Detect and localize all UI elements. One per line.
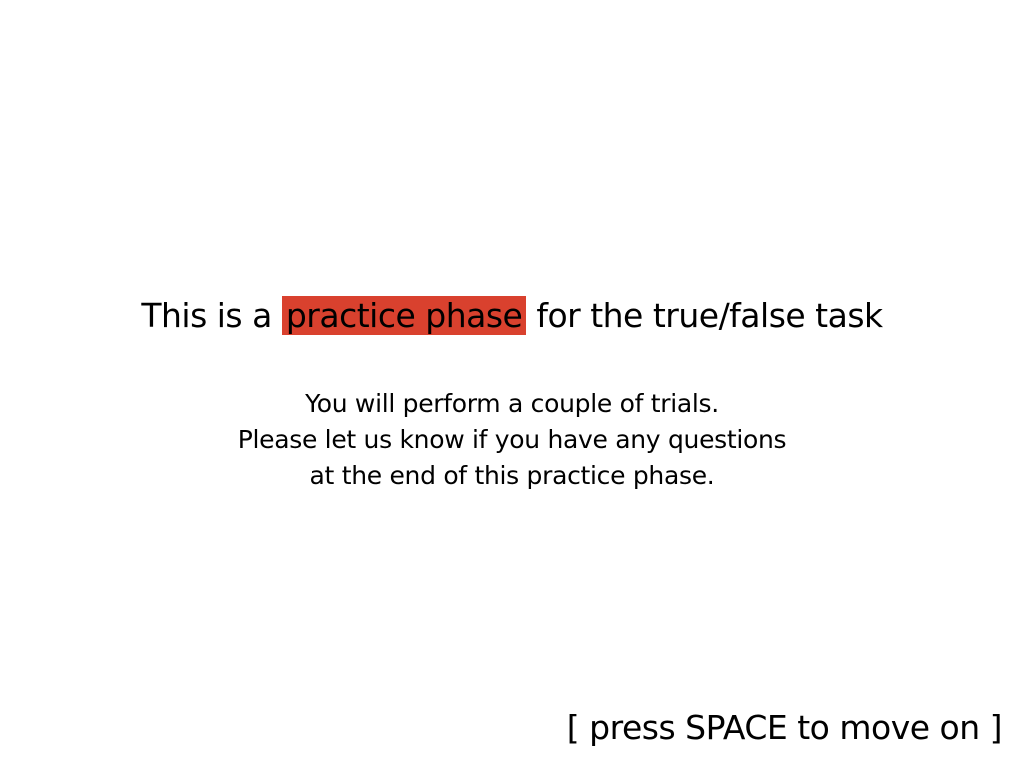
headline: This is a practice phase for the true/fa… bbox=[0, 294, 1024, 338]
instruction-line: Please let us know if you have any quest… bbox=[237, 425, 787, 454]
instruction-line: at the end of this practice phase. bbox=[309, 461, 715, 490]
headline-prefix: This is a bbox=[141, 296, 282, 335]
instructions-text: You will perform a couple of trials. Ple… bbox=[0, 386, 1024, 494]
highlighted-phrase: practice phase bbox=[281, 296, 527, 335]
headline-suffix: for the true/false task bbox=[526, 296, 883, 335]
instruction-screen: This is a practice phase for the true/fa… bbox=[0, 0, 1024, 768]
instruction-line: You will perform a couple of trials. bbox=[305, 389, 719, 418]
continue-prompt: [ press SPACE to move on ] bbox=[566, 708, 1003, 747]
